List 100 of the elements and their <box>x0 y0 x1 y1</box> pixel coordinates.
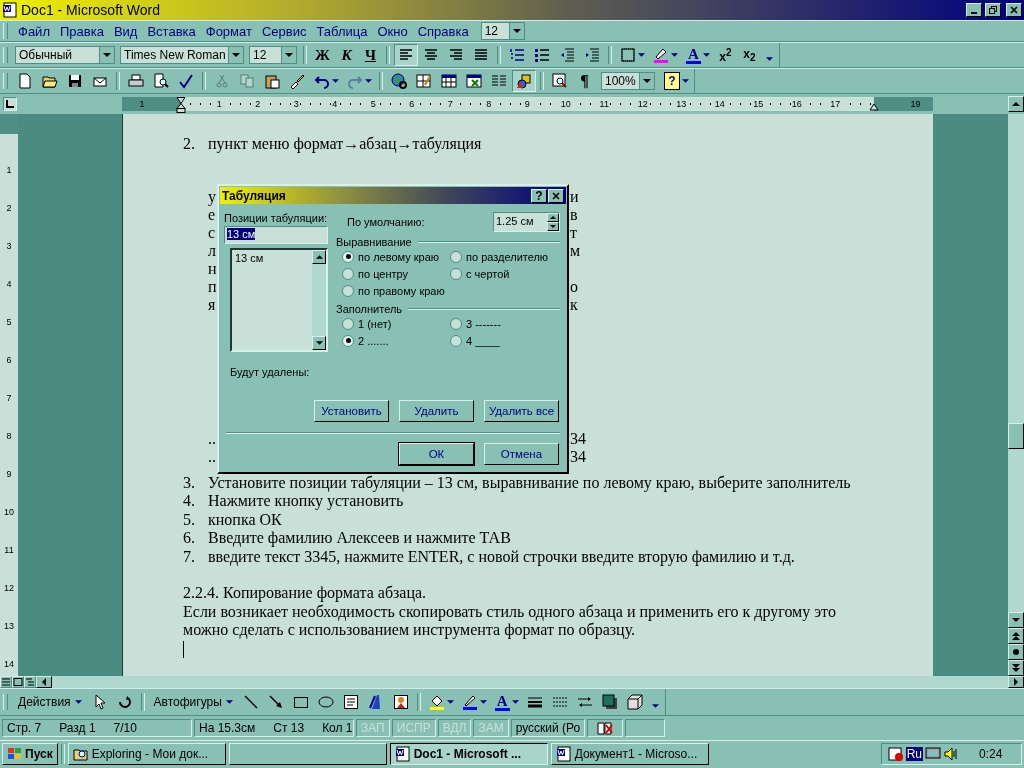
previous-page-button[interactable] <box>1008 628 1024 644</box>
up-arrow-icon[interactable] <box>550 216 556 219</box>
scroll-up-button[interactable] <box>1008 96 1024 112</box>
left-arrow-icon <box>42 678 46 686</box>
globe-icon <box>391 73 407 89</box>
speaker-icon[interactable] <box>943 745 959 762</box>
more-buttons-icon[interactable] <box>651 704 659 708</box>
menu-item[interactable]: Сервис <box>257 23 311 39</box>
taskbar-button[interactable]: Doc1 - Microsoft ... <box>389 742 548 765</box>
text-style-button[interactable]: К <box>335 44 358 66</box>
down-arrow-icon <box>1012 618 1020 622</box>
close-button[interactable] <box>1006 3 1022 17</box>
start-button[interactable]: Пуск <box>2 742 58 765</box>
calendar-clock-icon[interactable] <box>887 745 904 762</box>
dialog-help-button[interactable]: ? <box>531 188 547 203</box>
indent-marker[interactable] <box>176 96 186 113</box>
oval-icon <box>317 694 334 710</box>
more-buttons-icon[interactable] <box>765 57 773 61</box>
leader-radio[interactable]: 1 (нет) <box>342 315 450 332</box>
alignment-radio[interactable]: по разделителю <box>450 248 560 265</box>
list-item[interactable]: 13 см <box>235 252 309 264</box>
actions-menu[interactable]: Действия <box>13 691 87 713</box>
covered-text: и <box>570 187 580 206</box>
alignment-button[interactable] <box>394 44 418 66</box>
right-indent-marker[interactable] <box>869 103 879 111</box>
circle-browse-button[interactable] <box>1008 644 1024 660</box>
menu-item[interactable]: Вид <box>109 23 142 39</box>
tab-positions-list[interactable]: 13 см <box>230 248 328 352</box>
menu-item[interactable]: Вставка <box>143 23 200 39</box>
menu-item[interactable]: Формат <box>201 23 256 39</box>
show-formatting-button[interactable]: ¶ <box>573 70 596 92</box>
default-stop-spinner[interactable]: 1.25 см <box>493 212 560 232</box>
text-style-button[interactable]: Ж <box>311 44 334 66</box>
scroll-down-button[interactable] <box>312 336 326 350</box>
zoom-combo[interactable]: 100% <box>601 72 655 90</box>
list-item-text: Нажмите кнопку установить <box>208 492 404 511</box>
dialog-title: Табуляция <box>222 188 286 203</box>
taskbar-button[interactable]: Документ1 - Microso... <box>550 742 709 765</box>
font-size-combo[interactable]: 12 <box>249 46 297 64</box>
minimize-button[interactable] <box>966 3 982 17</box>
menu-item[interactable]: Таблица <box>312 23 372 39</box>
monitor-icon[interactable] <box>925 745 941 762</box>
taskbar-button[interactable]: Exploring - Мои док... <box>67 742 226 765</box>
check-icon <box>178 73 194 89</box>
alignment-radio[interactable]: по левому краю <box>342 248 450 265</box>
ok-button[interactable]: ОК <box>399 443 474 465</box>
tab-position-field[interactable]: 13 см <box>224 226 328 244</box>
scroll-down-button[interactable] <box>1008 612 1024 628</box>
style-combo[interactable]: Обычный <box>15 46 115 64</box>
scrollbar-thumb[interactable] <box>1008 423 1024 449</box>
font-combo[interactable]: Times New Roman <box>120 46 244 64</box>
font-color-button[interactable]: A <box>490 691 522 713</box>
status-column: Кол 1 <box>322 721 353 735</box>
next-page-button[interactable] <box>1008 660 1024 676</box>
outline-view-button[interactable] <box>24 676 36 688</box>
alignment-radio[interactable]: по центру <box>342 265 450 282</box>
justify-icon <box>473 47 489 63</box>
menu-item[interactable]: Справка <box>413 23 473 39</box>
restore-button[interactable] <box>985 3 1001 17</box>
dialog-button[interactable]: Установить <box>314 400 389 422</box>
superscript-button[interactable]: x$^{2}$ <box>713 44 737 66</box>
dialog-close-button[interactable] <box>548 188 564 203</box>
menu-item[interactable]: Правка <box>55 23 108 39</box>
leader-radio[interactable]: 2 ....... <box>342 332 450 349</box>
normal-view-button[interactable] <box>0 676 12 688</box>
language-indicator[interactable]: Ru <box>905 746 923 761</box>
cancel-button[interactable]: Отмена <box>484 443 559 465</box>
subscript-button[interactable]: x$_{2}$ <box>737 44 761 66</box>
help-button[interactable]: ? <box>660 70 692 92</box>
taskbar-button[interactable] <box>228 742 387 765</box>
tab-selector-button[interactable] <box>3 97 17 111</box>
ruler-number: 12 <box>636 98 649 110</box>
autoshapes-menu[interactable]: Автофигуры <box>148 691 238 713</box>
text-style-button[interactable]: Ч <box>359 44 382 66</box>
font-color-button[interactable]: A <box>682 44 713 66</box>
leader-radio[interactable]: 3 ------- <box>450 315 560 332</box>
alignment-radio[interactable]: по правому краю <box>342 282 450 299</box>
scroll-right-button[interactable] <box>1008 676 1024 688</box>
line-icon <box>242 694 259 710</box>
ruler-number: 3 <box>292 98 300 110</box>
dropdown-arrow-icon <box>643 79 651 83</box>
menu-item[interactable]: Окно <box>373 23 412 39</box>
font-size-combo[interactable]: 12 <box>480 22 525 40</box>
down-arrow-icon[interactable] <box>550 225 556 228</box>
dialog-button[interactable]: Удалить <box>399 400 474 422</box>
caret-icon <box>702 53 710 57</box>
up-arrow-icon <box>315 255 323 259</box>
scroll-left-button[interactable] <box>36 676 52 688</box>
scroll-up-button[interactable] <box>312 250 326 264</box>
ruler-number: 1 <box>138 98 146 110</box>
menu-item[interactable]: Файл <box>14 23 54 39</box>
word-document-icon <box>2 2 18 18</box>
alignment-radio[interactable]: с чертой <box>450 265 560 282</box>
layout-view-button[interactable] <box>12 676 24 688</box>
drawing-button[interactable] <box>512 70 536 92</box>
caret-icon <box>682 79 689 83</box>
status-section: Разд 1 <box>59 721 96 735</box>
leader-radio[interactable]: 4 ____ <box>450 332 560 349</box>
caret-icon <box>446 700 454 704</box>
dialog-button[interactable]: Удалить все <box>484 400 559 422</box>
